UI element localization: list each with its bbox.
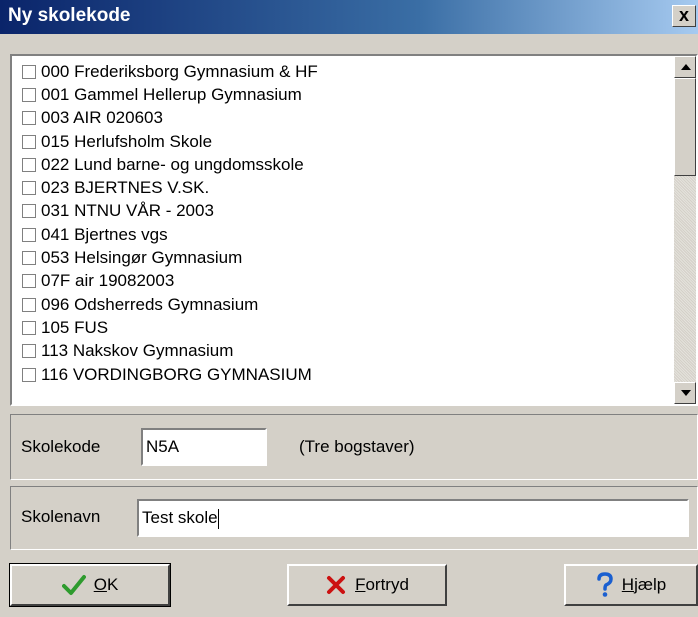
school-name-input[interactable]: Test skole xyxy=(137,499,689,537)
list-item[interactable]: 015 Herlufsholm Skole xyxy=(12,130,672,153)
arrow-down-icon xyxy=(681,390,691,396)
checkbox[interactable] xyxy=(22,367,36,382)
cancel-button-label: Fortryd xyxy=(355,575,409,594)
close-icon: x xyxy=(678,5,689,25)
checkbox[interactable] xyxy=(22,204,36,219)
list-item[interactable]: 000 Frederiksborg Gymnasium & HF xyxy=(12,60,672,83)
list-item-label: 116 VORDINGBORG GYMNASIUM xyxy=(41,364,312,384)
list-item-label: 041 Bjertnes vgs xyxy=(41,224,168,244)
school-code-hint: (Tre bogstaver) xyxy=(299,437,415,456)
list-item-label: 053 Helsingør Gymnasium xyxy=(41,248,243,268)
school-name-label: Skolenavn xyxy=(21,507,101,526)
list-item-label: 001 Gammel Hellerup Gymnasium xyxy=(41,84,302,104)
list-item[interactable]: 053 Helsingør Gymnasium xyxy=(12,246,672,269)
checkbox[interactable] xyxy=(22,134,36,149)
list-item-label: 003 AIR 020603 xyxy=(41,108,163,128)
checkbox[interactable] xyxy=(22,64,36,79)
school-name-group: Skolenavn Test skole xyxy=(10,486,698,550)
title-bar: Ny skolekode x xyxy=(0,0,698,34)
scroll-thumb[interactable] xyxy=(674,78,696,176)
ok-button[interactable]: OK xyxy=(9,563,171,607)
list-item[interactable]: 003 AIR 020603 xyxy=(12,107,672,130)
list-item[interactable]: 096 Odsherreds Gymnasium xyxy=(12,293,672,316)
help-button-label: Hjælp xyxy=(621,575,667,594)
checkbox[interactable] xyxy=(22,274,36,289)
checkbox[interactable] xyxy=(22,227,36,242)
list-item[interactable]: 031 NTNU VÅR - 2003 xyxy=(12,200,672,223)
checkbox[interactable] xyxy=(22,87,36,102)
window-title: Ny skolekode xyxy=(8,5,131,26)
list-item-label: 022 Lund barne- og ungdomsskole xyxy=(41,154,304,174)
arrow-up-icon xyxy=(681,64,691,70)
school-code-group: Skolekode (Tre bogstaver) xyxy=(10,414,698,480)
list-item[interactable]: 041 Bjertnes vgs xyxy=(12,223,672,246)
list-item-label: 113 Nakskov Gymnasium xyxy=(41,341,234,361)
list-item[interactable]: 113 Nakskov Gymnasium xyxy=(12,340,672,363)
text-caret xyxy=(217,508,219,529)
list-item[interactable]: 105 FUS xyxy=(12,316,672,339)
list-item-label: 105 FUS xyxy=(41,317,109,337)
list-item-label: 023 BJERTNES V.SK. xyxy=(41,178,210,198)
list-item-label: 031 NTNU VÅR - 2003 xyxy=(41,201,214,221)
checkbox[interactable] xyxy=(22,344,36,359)
checkbox[interactable] xyxy=(22,181,36,196)
school-code-input[interactable] xyxy=(141,428,267,466)
cross-icon xyxy=(325,574,347,596)
checkbox[interactable] xyxy=(22,251,36,266)
checkbox[interactable] xyxy=(22,297,36,312)
checkbox[interactable] xyxy=(22,320,36,335)
list-item[interactable]: 07F air 19082003 xyxy=(12,270,672,293)
list-item-label: 015 Herlufsholm Skole xyxy=(41,131,213,151)
list-item[interactable]: 001 Gammel Hellerup Gymnasium xyxy=(12,83,672,106)
list-item-label: 096 Odsherreds Gymnasium xyxy=(41,294,259,314)
school-name-value: Test skole xyxy=(142,508,218,527)
school-list-items: 000 Frederiksborg Gymnasium & HF 001 Gamm… xyxy=(12,60,672,386)
school-code-label: Skolekode xyxy=(21,437,101,456)
checkmark-icon xyxy=(61,574,86,596)
checkbox[interactable] xyxy=(22,111,36,126)
help-button[interactable]: Hjælp xyxy=(564,564,698,606)
list-item[interactable]: 116 VORDINGBORG GYMNASIUM xyxy=(12,363,672,386)
cancel-button[interactable]: Fortryd xyxy=(287,564,447,606)
scroll-down-button[interactable] xyxy=(674,382,696,404)
school-list[interactable]: 000 Frederiksborg Gymnasium & HF 001 Gamm… xyxy=(10,54,698,406)
close-button[interactable]: x xyxy=(672,5,696,27)
list-item[interactable]: 022 Lund barne- og ungdomsskole xyxy=(12,153,672,176)
list-item-label: 07F air 19082003 xyxy=(41,271,175,291)
checkbox[interactable] xyxy=(22,157,36,172)
list-item[interactable]: 023 BJERTNES V.SK. xyxy=(12,176,672,199)
vertical-scrollbar[interactable] xyxy=(674,56,696,404)
ok-button-label: OK xyxy=(93,575,119,594)
list-item-label: 000 Frederiksborg Gymnasium & HF xyxy=(41,61,318,81)
scroll-up-button[interactable] xyxy=(674,56,696,78)
question-icon xyxy=(596,572,614,598)
